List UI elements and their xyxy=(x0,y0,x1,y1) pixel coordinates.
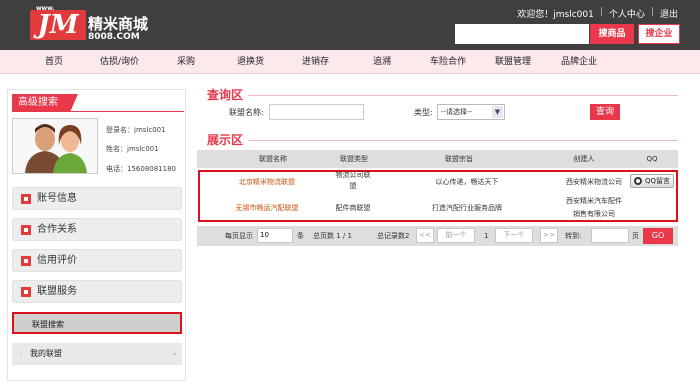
type-select-value: --请选择-- xyxy=(441,108,473,116)
alliance-creator: 销售有限公司 xyxy=(573,210,615,218)
divider xyxy=(248,95,678,96)
sidebar-item-alliance-service[interactable]: 联盟服务 xyxy=(12,280,182,303)
bullet-icon xyxy=(21,194,31,204)
prev-page-button[interactable]: 前一个 xyxy=(437,228,475,243)
column-header: 联盟名称 xyxy=(259,155,287,163)
type-select[interactable]: --请选择-- ▼ xyxy=(437,104,505,120)
user-links: 欢迎您！jmslc001 | 个人中心 | 退出 xyxy=(517,7,678,20)
nav-item-inventory[interactable]: 进销存 xyxy=(302,50,329,74)
qq-message-button[interactable]: QQ留言 xyxy=(630,174,674,188)
sidebar-item-label: 合作关系 xyxy=(37,224,77,235)
sidebar-sub-alliance-search[interactable]: 联盟搜索 xyxy=(12,312,182,334)
sidebar-item-label: 账号信息 xyxy=(37,193,77,204)
alliance-creator: 西安精米汽车配件 xyxy=(566,197,622,205)
query-section-title: 查询区 xyxy=(207,88,244,102)
bullet-icon xyxy=(21,256,31,266)
sidebar-item-label: 联盟服务 xyxy=(37,286,77,297)
sidebar-item-account[interactable]: 账号信息 xyxy=(12,187,182,210)
alliance-name-label: 联盟名称: xyxy=(229,108,264,117)
alliance-name-link[interactable]: 北京精米物流联盟 xyxy=(227,177,307,188)
alliance-name-input[interactable] xyxy=(269,104,364,120)
column-header: 联盟宗旨 xyxy=(445,155,473,163)
per-page-label: 每页显示 xyxy=(225,232,253,240)
alliance-purpose: 以心传递，畅达天下 xyxy=(435,178,499,186)
last-page-button[interactable]: >> xyxy=(540,228,558,243)
sidebar-sub-my-alliance[interactable]: · 我的联盟 › xyxy=(12,343,182,365)
sidebar-sub-label: 联盟搜索 xyxy=(32,320,64,329)
nav-item-returns[interactable]: 退换货 xyxy=(237,50,264,74)
type-label: 类型: xyxy=(414,108,433,117)
full-name: 姓名：jmslc001 xyxy=(106,145,159,153)
top-header: www. JM 精米商城 8008.COM 欢迎您！jmslc001 | 个人中… xyxy=(0,0,700,50)
column-header: 创建人 xyxy=(573,155,595,163)
sidebar-title: 高级搜索 xyxy=(12,94,78,112)
welcome-text: 欢迎您！jmslc001 xyxy=(517,10,594,20)
qq-penguin-icon xyxy=(634,177,642,185)
total-records: 总记录数2 xyxy=(377,232,410,240)
logout-link[interactable]: 退出 xyxy=(660,7,678,20)
logo-name[interactable]: 精米商城 xyxy=(88,13,148,34)
avatar xyxy=(12,118,98,174)
page-unit: 页 xyxy=(632,232,639,240)
nav-item-alliance[interactable]: 联盟管理 xyxy=(495,50,531,74)
logo-url: 8008.COM xyxy=(88,32,140,42)
divider xyxy=(248,140,678,141)
alliance-type: 配件商联盟 xyxy=(335,204,371,212)
nav-item-insurance[interactable]: 车险合作 xyxy=(430,50,466,74)
go-button[interactable]: GO xyxy=(643,228,673,244)
nav-item-trace[interactable]: 追溯 xyxy=(373,50,391,74)
search-company-button[interactable]: 搜企业 xyxy=(638,24,680,44)
alliance-purpose: 打造汽配行业服务品牌 xyxy=(432,204,502,212)
sidebar-item-credit[interactable]: 信用评价 xyxy=(12,249,182,272)
nav-item-estimate[interactable]: 估损/询价 xyxy=(100,50,139,74)
nav-item-purchase[interactable]: 采购 xyxy=(177,50,195,74)
display-section-title: 展示区 xyxy=(207,133,244,147)
sidebar-sub-label: 我的联盟 xyxy=(30,349,62,358)
nav-item-home[interactable]: 首页 xyxy=(45,50,63,74)
divider xyxy=(12,111,184,112)
pagination-bar: 每页显示 10 条 总页数 1 / 1 总记录数2 << 前一个 1 下一个 >… xyxy=(197,226,678,246)
sidebar-item-label: 信用评价 xyxy=(37,255,77,266)
logo-mark[interactable]: JM xyxy=(30,10,86,40)
goto-label: 转到: xyxy=(565,232,582,240)
alliance-type: 盟 xyxy=(349,182,357,190)
column-header: 联盟类型 xyxy=(340,155,368,163)
global-search-input[interactable] xyxy=(455,24,589,44)
bullet-icon: · xyxy=(20,350,23,358)
nav-item-brands[interactable]: 品牌企业 xyxy=(561,50,597,74)
table-header: 联盟名称 联盟类型 联盟宗旨 创建人 QQ xyxy=(197,150,678,168)
goto-page-input[interactable] xyxy=(591,228,629,243)
query-button[interactable]: 查询 xyxy=(590,104,620,120)
main-nav: 首页 估损/询价 采购 退换货 进销存 追溯 车险合作 联盟管理 品牌企业 xyxy=(0,50,700,74)
alliance-creator: 西安精米物流公司 xyxy=(566,178,622,186)
qq-message-label: QQ留言 xyxy=(645,177,671,185)
sidebar-item-cooperation[interactable]: 合作关系 xyxy=(12,218,182,241)
bullet-icon xyxy=(21,225,31,235)
alliance-type: 物流公司联 xyxy=(335,171,371,179)
personal-center-link[interactable]: 个人中心 xyxy=(609,7,645,20)
chevron-right-icon: › xyxy=(173,350,176,358)
column-header: QQ xyxy=(646,155,658,163)
search-product-button[interactable]: 搜商品 xyxy=(590,24,634,44)
per-page-input[interactable]: 10 xyxy=(257,228,293,243)
chevron-down-icon: ▼ xyxy=(492,106,503,118)
user-avatar-icon xyxy=(25,124,87,173)
login-name: 登录名：jmslc001 xyxy=(106,126,166,134)
alliance-name-link[interactable]: 无锡市畅运汽配联盟 xyxy=(222,203,312,214)
first-page-button[interactable]: << xyxy=(416,228,434,243)
sidebar: 高级搜索 登录名：jmslc001 姓名：jmslc001 电话：1560808… xyxy=(7,89,186,381)
current-page: 1 xyxy=(484,232,489,240)
per-page-unit: 条 xyxy=(297,232,304,240)
divider: | xyxy=(599,7,603,17)
total-pages: 总页数 1 / 1 xyxy=(313,232,352,240)
phone: 电话：15608081180 xyxy=(106,165,176,173)
divider: | xyxy=(650,7,654,17)
bullet-icon xyxy=(21,287,31,297)
next-page-button[interactable]: 下一个 xyxy=(495,228,533,243)
